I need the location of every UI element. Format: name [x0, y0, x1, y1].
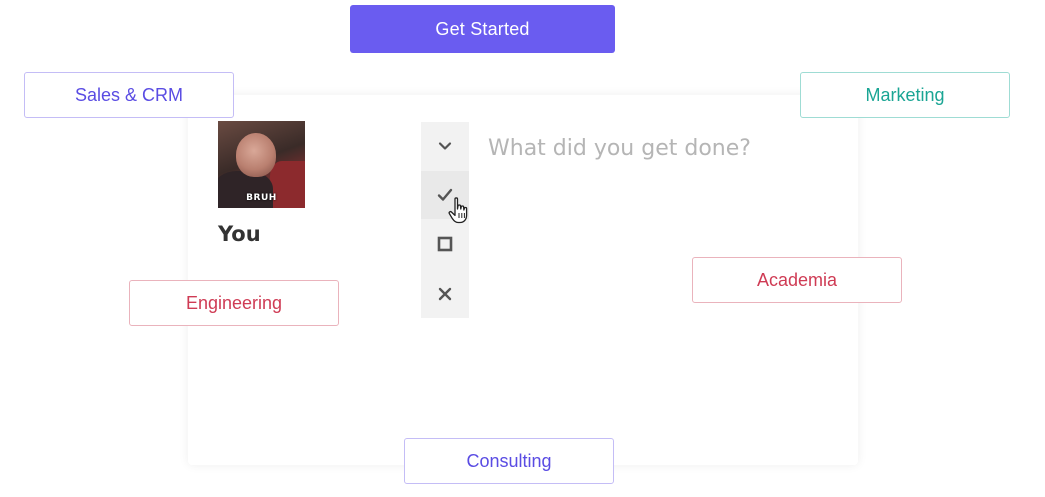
category-tag-sales-crm[interactable]: Sales & CRM	[24, 72, 234, 118]
category-tag-academia[interactable]: Academia	[692, 257, 902, 303]
avatar-caption: BRUH	[246, 193, 277, 203]
chevron-down-icon[interactable]	[421, 122, 469, 170]
x-icon[interactable]	[421, 270, 469, 318]
done-prompt-input[interactable]: What did you get done?	[488, 136, 751, 161]
get-started-button[interactable]: Get Started	[350, 5, 615, 53]
category-tag-engineering[interactable]: Engineering	[129, 280, 339, 326]
hand-cursor-icon	[447, 196, 473, 230]
avatar: BRUH	[218, 121, 305, 208]
category-tag-marketing[interactable]: Marketing	[800, 72, 1010, 118]
category-tag-consulting[interactable]: Consulting	[404, 438, 614, 484]
user-name: You	[218, 222, 261, 246]
